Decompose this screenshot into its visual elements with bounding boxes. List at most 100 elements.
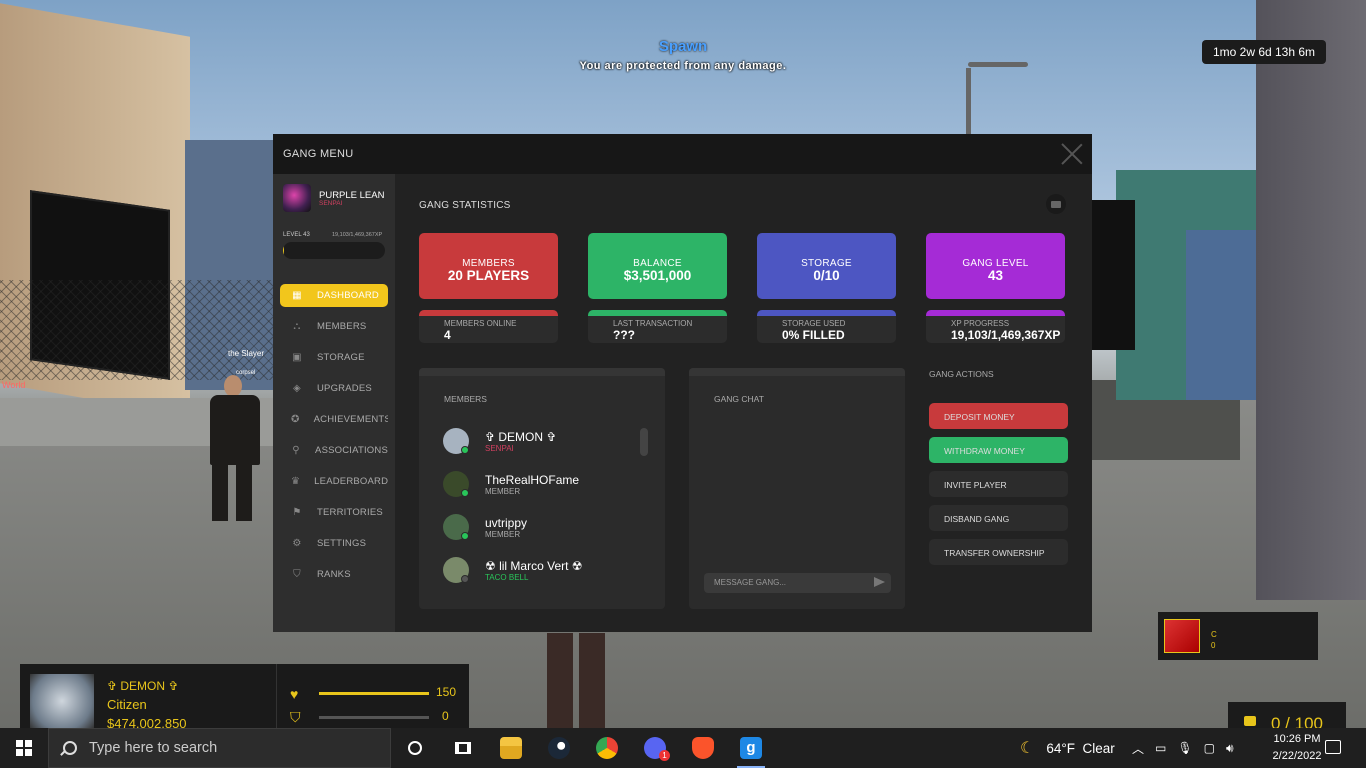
ammo-hud: 0 / 100 [1228, 702, 1346, 733]
player-tag: the Slayer [228, 349, 265, 358]
nav-item-territories[interactable]: ⚑ TERRITORIES [280, 501, 388, 524]
stat-value: 20 PLAYERS [447, 268, 530, 283]
member-name: ☢ lil Marco Vert ☢ [485, 559, 583, 573]
notification-icon[interactable] [1325, 740, 1341, 754]
nav-item-associations[interactable]: ⚲ ASSOCIATIONS [280, 439, 388, 462]
discord-button[interactable]: 1 [631, 728, 679, 768]
file-explorer-button[interactable] [487, 728, 535, 768]
stat-sub-value: 0% FILLED [782, 328, 845, 342]
withdraw-money-button[interactable]: WITHDRAW MONEY [929, 437, 1068, 463]
nav-item-upgrades[interactable]: ◈ UPGRADES [280, 377, 388, 400]
stat-sub-value: 4 [444, 328, 451, 342]
dashboard-icon: ▦ [292, 290, 302, 301]
start-button[interactable] [0, 728, 48, 768]
deposit-money-button[interactable]: DEPOSIT MONEY [929, 403, 1068, 429]
upgrades-icon: ◈ [293, 383, 301, 394]
brave-button[interactable] [679, 728, 727, 768]
chevron-up-icon[interactable]: ︿ [1132, 740, 1144, 757]
nav-item-dashboard[interactable]: ▦ DASHBOARD [280, 284, 388, 307]
microphone-icon[interactable]: 🎙︎ [1177, 741, 1192, 755]
disband-gang-button[interactable]: DISBAND GANG [929, 505, 1068, 531]
gang-level-progress-bar [283, 242, 385, 259]
task-view-button[interactable] [439, 728, 487, 768]
ammo-icon [1244, 716, 1256, 726]
playtime-timer: 1mo 2w 6d 13h 6m [1202, 40, 1326, 64]
player-job: Citizen [107, 697, 147, 712]
member-row[interactable]: ☢ lil Marco Vert ☢ TACO BELL [443, 557, 633, 587]
member-row[interactable]: TheRealHOFame MEMBER [443, 471, 633, 501]
player-subtag: corpsel [236, 370, 256, 376]
mail-icon[interactable] [1046, 194, 1066, 214]
member-rank: MEMBER [485, 487, 521, 496]
members-panel-title: MEMBERS [444, 394, 487, 404]
stat-sub-balance: LAST TRANSACTION??? [588, 310, 727, 343]
player-character [202, 375, 272, 525]
nav-item-settings[interactable]: ⚙ SETTINGS [280, 532, 388, 555]
chrome-button[interactable] [583, 728, 631, 768]
nav-item-label: LEADERBOARD [314, 476, 388, 487]
nav-item-ranks[interactable]: ⛉ RANKS [280, 563, 388, 586]
world-label: World [2, 380, 26, 390]
achievements-icon: ✪ [291, 414, 300, 425]
nav-item-achievements[interactable]: ✪ ACHIEVEMENTS [280, 408, 388, 431]
cortana-button[interactable] [391, 728, 439, 768]
gang-chat-placeholder: MESSAGE GANG... [714, 578, 787, 587]
stat-sub-members: MEMBERS ONLINE 4 [419, 310, 558, 343]
gang-menu-title: GANG MENU [283, 148, 354, 160]
stat-card-storage: STORAGE 0/10 [757, 233, 896, 299]
invite-player-button[interactable]: INVITE PLAYER [929, 471, 1068, 497]
transfer-ownership-button[interactable]: TRANSFER OWNERSHIP [929, 539, 1068, 565]
gang-level-progress-fill [283, 242, 285, 259]
network-icon[interactable]: ▢ [1204, 741, 1215, 755]
cortana-icon [408, 741, 422, 755]
steam-button[interactable] [535, 728, 583, 768]
weather-widget[interactable]: ☾ 64°F Clear [1020, 728, 1115, 768]
armor-bar [319, 716, 429, 719]
send-icon[interactable] [874, 577, 885, 587]
gmod-icon: g [740, 737, 762, 759]
gang-level-label: LEVEL 43 [283, 232, 310, 238]
member-name: TheRealHOFame [485, 473, 580, 487]
members-scrollbar[interactable] [640, 428, 648, 456]
windows-icon [16, 740, 32, 756]
nav-item-label: UPGRADES [317, 383, 372, 394]
stat-sub-gang-level: XP PROGRESS 19,103/1,469,367XP [926, 310, 1065, 343]
territories-icon: ⚑ [292, 507, 302, 518]
player-name: ✞ DEMON ✞ [107, 679, 179, 693]
heart-icon: ♥ [290, 686, 299, 702]
taskbar-search-placeholder: Type here to search [89, 740, 218, 756]
settings-icon: ⚙ [292, 538, 302, 549]
nav-item-label: DASHBOARD [317, 290, 379, 301]
volume-icon[interactable]: 🔊︎ [1226, 741, 1234, 756]
stat-sub-label: XP PROGRESS [951, 319, 1010, 328]
gang-chat-input[interactable]: MESSAGE GANG... [704, 573, 891, 593]
nav-item-leaderboard[interactable]: ♛ LEADERBOARD [280, 470, 388, 493]
weapon-line-2: 0 [1211, 641, 1216, 650]
member-rank: MEMBER [485, 530, 521, 539]
meet-icon[interactable]: ▭ [1155, 741, 1166, 755]
gang-chat-panel: GANG CHAT MESSAGE GANG... [689, 368, 905, 609]
leaderboard-icon: ♛ [291, 476, 301, 487]
close-icon[interactable] [1060, 142, 1084, 166]
member-name: uvtrippy [485, 516, 528, 530]
clock[interactable]: 10:26 PM 2/22/2022 [1272, 731, 1322, 765]
gang-avatar [283, 184, 311, 212]
stat-sub-label: LAST TRANSACTION [613, 319, 693, 328]
billboard-right [1090, 200, 1135, 350]
health-bar [319, 692, 429, 695]
nav-item-members[interactable]: ⛬ MEMBERS [280, 315, 388, 338]
nav-item-label: RANKS [317, 569, 351, 580]
nav-item-label: ASSOCIATIONS [315, 445, 388, 456]
stat-value: 43 [987, 268, 1004, 283]
gmod-button[interactable]: g [727, 728, 775, 768]
stat-sub-value: ??? [613, 328, 635, 342]
ranks-icon: ⛉ [293, 569, 301, 580]
player-avatar [30, 674, 94, 728]
online-status-dot [461, 446, 469, 454]
member-row[interactable]: uvtrippy MEMBER [443, 514, 633, 544]
taskbar-search[interactable]: Type here to search [48, 728, 391, 768]
nav-item-storage[interactable]: ▣ STORAGE [280, 346, 388, 369]
stat-card-balance: BALANCE $3,501,000 [588, 233, 727, 299]
member-row[interactable]: ✞ DEMON ✞ SENPAI [443, 428, 633, 458]
player-hud: ✞ DEMON ✞ Citizen $474,002,850 ♥ 150 ⛉ 0 [20, 664, 469, 731]
